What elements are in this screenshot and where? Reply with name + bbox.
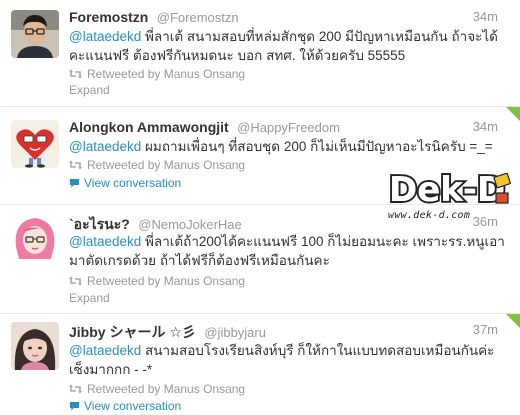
view-conversation-link[interactable]: View conversation [69,398,181,414]
retweet-icon [69,276,82,286]
user-handle[interactable]: @jibbyjaru [204,325,266,340]
user-name[interactable]: `อะไรนะ? [69,216,130,232]
tweet-feed: Foremostzn @Foremostzn 34m @lataedekd พี… [0,0,520,415]
dek-d-logo-icon: Dek-D Dek-D [387,168,511,211]
tweet-header: Jibby シャール ☆彡 @jibbyjaru 37m [69,322,510,340]
timestamp[interactable]: 34m [473,9,498,24]
retweet-icon [69,160,82,170]
retweet-icon [69,384,82,394]
speech-bubble-icon [70,402,79,411]
avatar[interactable] [11,213,59,261]
pink-cartoon-girl-icon [11,213,59,261]
mention-link[interactable]: @lataedekd [69,139,141,154]
retweet-label[interactable]: Retweeted by Manus Onsang [87,274,245,288]
tweet-text: @lataedekd สนามสอบโรงเรียนสิงห์บุรี ก็ให… [69,341,510,379]
view-conversation-label[interactable]: View conversation [84,176,181,190]
retweet-icon [69,69,82,79]
timestamp[interactable]: 37m [473,322,498,337]
retweet-info: Retweeted by Manus Onsang [69,66,245,82]
svg-text:Dek-D: Dek-D [389,170,505,210]
user-handle[interactable]: @Foremostzn [157,10,239,25]
tweet-text: @lataedekd พี่ลาเต้ สนามสอบที่หล่มสักชุด… [69,27,510,65]
view-conversation-link[interactable]: View conversation [69,175,181,191]
retweet-info: Retweeted by Manus Onsang [69,273,245,289]
user-handle[interactable]: @HappyFreedom [237,120,340,135]
user-name[interactable]: Alongkon Ammawongjit [69,119,229,135]
expand-link[interactable]: Expand [69,290,110,306]
heart-cartoon-icon [11,120,59,168]
tweet-item[interactable]: Jibby シャール ☆彡 @jibbyjaru 37m @lataedekd … [0,314,520,415]
tweet-text: @lataedekd พี่ลาเต้ถ้า200ได้คะแนนฟรี 100… [69,232,510,270]
tweet-header: Foremostzn @Foremostzn 34m [69,9,510,27]
avatar-photo-icon [11,10,59,58]
tweet-body: ผมถามเพื่อนๆ ที่สอบชุด 200 ก็ไม่เห็นมีปั… [141,139,493,154]
watermark-url: www.dek-d.com [388,210,471,221]
retweet-label[interactable]: Retweeted by Manus Onsang [87,382,245,396]
mention-link[interactable]: @lataedekd [69,343,141,358]
retweet-info: Retweeted by Manus Onsang [69,157,245,173]
retweet-info: Retweeted by Manus Onsang [69,381,245,397]
corner-indicator [506,107,520,121]
speech-bubble-icon [70,179,79,188]
view-conversation-label[interactable]: View conversation [84,399,181,413]
retweet-label[interactable]: Retweeted by Manus Onsang [87,158,245,172]
avatar[interactable] [11,10,59,58]
user-handle[interactable]: @NemoJokerHae [138,217,242,232]
retweet-label[interactable]: Retweeted by Manus Onsang [87,67,245,81]
avatar[interactable] [11,322,59,370]
expand-link[interactable]: Expand [69,82,110,98]
mention-link[interactable]: @lataedekd [69,234,141,249]
mention-link[interactable]: @lataedekd [69,29,141,44]
avatar-photo-icon [11,322,59,370]
avatar[interactable] [11,120,59,168]
dek-d-watermark: Dek-D Dek-D www.dek-d.com [385,167,515,229]
tweet-text: @lataedekd ผมถามเพื่อนๆ ที่สอบชุด 200 ก็… [69,137,510,156]
timestamp[interactable]: 34m [473,119,498,134]
corner-indicator [506,314,520,328]
user-name[interactable]: Foremostzn [69,9,148,25]
user-name[interactable]: Jibby シャール ☆彡 [69,324,196,340]
tweet-header: Alongkon Ammawongjit @HappyFreedom 34m [69,119,510,137]
tweet-item[interactable]: Foremostzn @Foremostzn 34m @lataedekd พี… [0,0,520,107]
